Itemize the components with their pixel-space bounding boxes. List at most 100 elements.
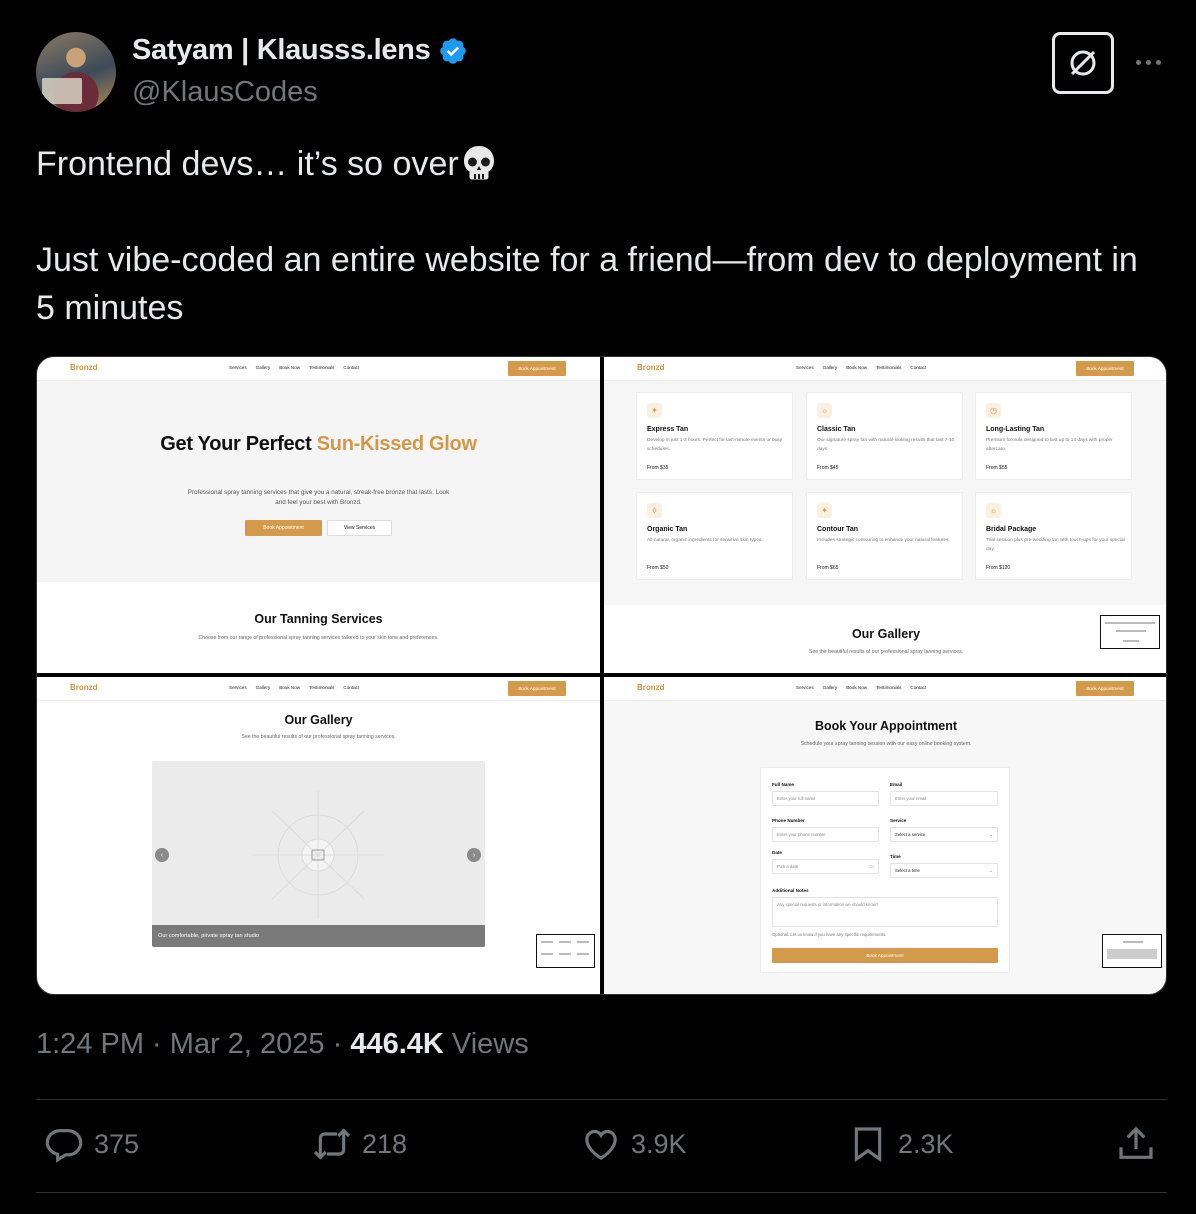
- avatar[interactable]: [36, 32, 116, 112]
- shield-icon: ◊: [647, 503, 662, 518]
- grok-icon: [1070, 50, 1096, 76]
- service-price: From $50: [647, 565, 669, 571]
- site-nav-links: Services Gallery Book Now Testimonials C…: [229, 365, 359, 370]
- media-grid[interactable]: Bronzd Services Gallery Book Now Testimo…: [36, 356, 1167, 995]
- service-card: ☼ Bridal Package Trial session plus pre-…: [975, 492, 1132, 580]
- hero-title-accent: Sun-Kissed Glow: [316, 433, 477, 455]
- share-icon: [1119, 1126, 1153, 1159]
- service-name: Bridal Package: [986, 526, 1037, 533]
- service-name: Long-Lasting Tan: [986, 426, 1045, 433]
- like-button[interactable]: 3.9K: [581, 1124, 687, 1164]
- author-display-name[interactable]: Satyam | Klausss.lens: [132, 34, 431, 67]
- site-nav-links: Services Gallery Book Now Testimonials C…: [229, 685, 359, 690]
- site-nav-links: Services Gallery Book Now Testimonials C…: [796, 365, 926, 370]
- repost-button[interactable]: 218: [312, 1124, 407, 1164]
- gallery-carousel: Our comfortable, private spray tan studi…: [152, 761, 485, 947]
- booking-submit-button: Book Appointment: [772, 948, 998, 963]
- site-nav-link: Book Now: [846, 365, 868, 370]
- site-nav-link: Contact: [910, 685, 927, 690]
- reply-button[interactable]: 375: [44, 1124, 139, 1164]
- repost-count: 218: [362, 1128, 408, 1159]
- chevron-down-icon: ⌄: [988, 867, 993, 874]
- site-nav-links: Services Gallery Book Now Testimonials C…: [796, 685, 926, 690]
- author-handle[interactable]: @KlausCodes: [132, 76, 318, 109]
- share-button[interactable]: [1116, 1124, 1156, 1164]
- tweet-date[interactable]: Mar 2, 2025: [170, 1028, 325, 1060]
- page-thumbnail: [536, 934, 595, 968]
- sun-icon: ☼: [986, 503, 1001, 518]
- full-name-label: Full Name: [772, 782, 794, 787]
- site-nav-link: Gallery: [822, 685, 838, 690]
- media-image-hero[interactable]: Bronzd Services Gallery Book Now Testimo…: [37, 357, 600, 673]
- service-card: ◷ Long-Lasting Tan Premium formula desig…: [975, 392, 1132, 480]
- chevron-left-icon: ‹: [155, 848, 169, 862]
- service-name: Classic Tan: [817, 426, 856, 433]
- sparkle-icon: ✦: [817, 503, 832, 518]
- notes-field: Any special requests or information we s…: [772, 897, 998, 927]
- site-brand: Bronzd: [637, 363, 665, 372]
- time-select: Select a time ⌄: [890, 863, 998, 878]
- tweet-time[interactable]: 1:24 PM: [36, 1028, 144, 1060]
- calendar-icon: ▭: [869, 863, 874, 870]
- service-select-value: Select a service: [895, 832, 926, 837]
- site-nav-link: Contact: [343, 365, 360, 370]
- media-image-gallery[interactable]: Bronzd Services Gallery Book Now Testimo…: [37, 677, 600, 994]
- grok-button[interactable]: [1052, 32, 1114, 94]
- site-brand: Bronzd: [637, 683, 665, 692]
- more-options-button[interactable]: [1128, 46, 1168, 78]
- page-thumbnail: [1102, 934, 1162, 968]
- site-nav-cta: Book Appointment: [1076, 681, 1134, 696]
- reply-icon: [45, 1129, 83, 1163]
- site-nav-link: Services: [229, 365, 247, 370]
- time-select-value: Select a time: [895, 868, 920, 873]
- repost-icon: [313, 1128, 351, 1160]
- heart-icon: [585, 1129, 617, 1161]
- media-divider-horizontal: [37, 673, 1166, 677]
- service-name: Express Tan: [647, 426, 689, 433]
- hero-title: Get Your Perfect Sun-Kissed Glow: [37, 433, 600, 455]
- site-nav-link: Services: [229, 685, 247, 690]
- reply-count: 375: [94, 1128, 140, 1159]
- views-label: Views: [451, 1028, 529, 1060]
- gallery-caption: Our comfortable, private spray tan studi…: [152, 925, 485, 947]
- service-card: ✦ Express Tan Develop in just 1-3 hours.…: [636, 392, 793, 480]
- service-price: From $55: [986, 465, 1008, 471]
- verified-badge-icon: [440, 37, 467, 64]
- date-field: Pick a date ▭: [772, 859, 879, 874]
- notes-hint: Optional: Let us know if you have any sp…: [772, 932, 887, 937]
- divider: [36, 1192, 1167, 1193]
- like-count: 3.9K: [631, 1128, 687, 1159]
- site-nav-cta: Book Appointment: [508, 681, 566, 696]
- email-field: Enter your email: [890, 791, 998, 806]
- site-nav: Bronzd Services Gallery Book Now Testimo…: [604, 357, 1166, 381]
- sun-icon: ☼: [817, 403, 832, 418]
- views-count: 446.4K: [350, 1028, 444, 1060]
- site-nav-link: Gallery: [255, 365, 271, 370]
- service-description: Our signature spray tan with natural-loo…: [817, 438, 955, 452]
- booking-form: Full Name Enter your full name Email Ent…: [760, 767, 1010, 973]
- site-nav: Bronzd Services Gallery Book Now Testimo…: [37, 677, 600, 701]
- gallery-subtitle: See the beautiful results of our profess…: [241, 734, 396, 740]
- bookmark-button[interactable]: 2.3K: [848, 1124, 954, 1164]
- clock-icon: ◷: [986, 403, 1001, 418]
- chevron-down-icon: ⌄: [988, 831, 993, 838]
- site-nav-link: Book Now: [279, 365, 301, 370]
- hero-book-button: Book Appointment: [245, 520, 322, 536]
- service-select: Select a service ⌄: [890, 827, 998, 842]
- skull-emoji-icon: [463, 146, 494, 180]
- image-placeholder-icon: [252, 791, 384, 919]
- service-name: Contour Tan: [817, 526, 859, 533]
- tweet-text: Frontend devs… it’s so over Just vibe-co…: [36, 140, 1166, 332]
- service-card: ◊ Organic Tan All-natural, organic ingre…: [636, 492, 793, 580]
- site-nav-link: Services: [796, 685, 814, 690]
- media-image-services[interactable]: Bronzd Services Gallery Book Now Testimo…: [604, 357, 1166, 673]
- author-name-row[interactable]: Satyam | Klausss.lens: [132, 34, 468, 67]
- site-nav-link: Testimonials: [876, 365, 902, 370]
- service-price: From $65: [817, 565, 839, 571]
- site-nav-cta: Book Appointment: [508, 361, 566, 376]
- tweet-meta: 1:24 PM · Mar 2, 2025 · 446.4K Views: [36, 1028, 529, 1060]
- hero-services-button: View Services: [327, 520, 392, 536]
- site-nav-link: Testimonials: [309, 685, 335, 690]
- service-description: Includes strategic contouring to enhance…: [817, 538, 950, 543]
- media-image-booking[interactable]: Bronzd Services Gallery Book Now Testimo…: [604, 677, 1166, 994]
